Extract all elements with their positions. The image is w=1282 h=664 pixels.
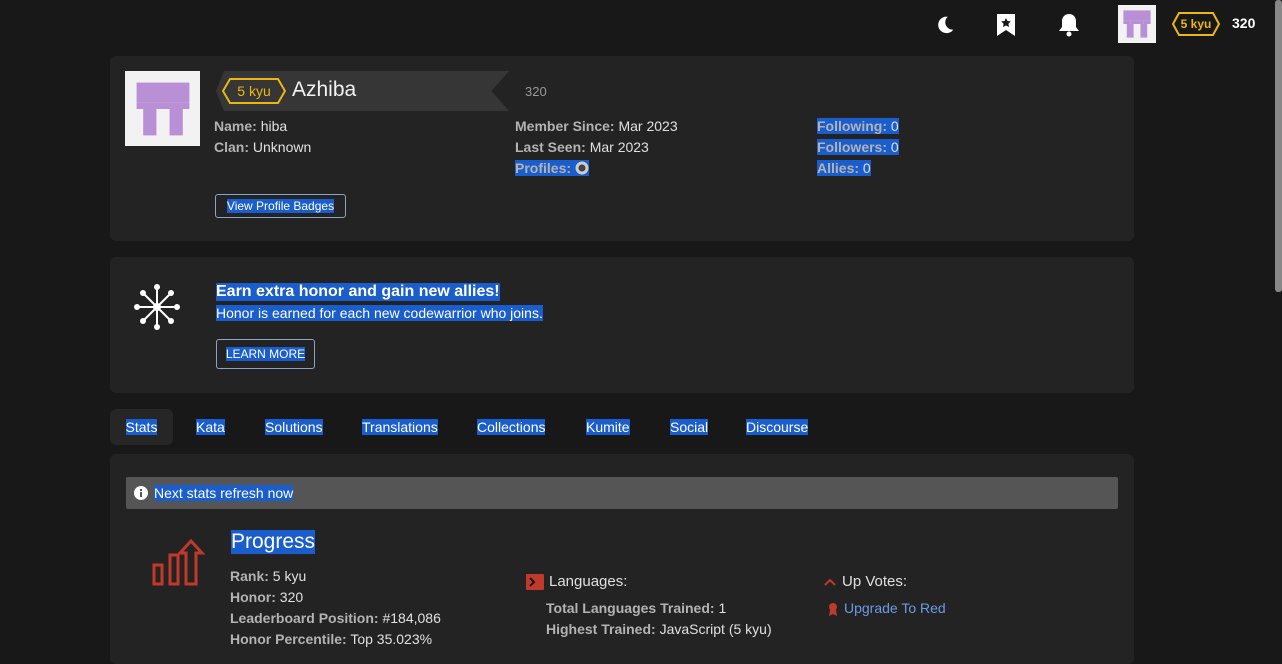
tab-translations[interactable]: Translations <box>362 409 438 445</box>
stats-notice: Next stats refresh now <box>126 477 1118 509</box>
user-avatar[interactable] <box>1118 5 1156 43</box>
last-seen-value: Mar 2023 <box>589 139 649 155</box>
learn-more-button[interactable]: LEARN MORE <box>216 339 315 369</box>
upvotes-heading: Up Votes: <box>842 573 908 590</box>
leaderboard-label: Leaderboard Position: <box>230 610 379 626</box>
allies-label[interactable]: Allies: <box>817 160 860 176</box>
member-since-label: Member Since: <box>515 118 615 134</box>
network-icon <box>132 282 182 337</box>
tab-social[interactable]: Social <box>670 409 709 445</box>
rank-badge: 5 kyu <box>222 78 286 104</box>
tab-discourse[interactable]: Discourse <box>746 409 809 445</box>
profile-info-left: Name: hiba Clan: Unknown <box>214 116 311 158</box>
languages-heading: Languages: <box>549 573 628 590</box>
rank-text: 5 kyu <box>237 83 271 99</box>
honor-value: 320 <box>279 589 304 605</box>
tab-kumite[interactable]: Kumite <box>586 409 630 445</box>
clan-value: Unknown <box>252 139 312 155</box>
followers-value: 0 <box>890 139 899 155</box>
info-icon <box>134 486 148 500</box>
name-value: hiba <box>260 118 288 134</box>
languages-section: Languages: Total Languages Trained: 1 Hi… <box>526 571 772 640</box>
username: Azhiba <box>292 78 357 101</box>
profile-panel: 5 kyu Azhiba 320 Name: hiba Clan: Unknow… <box>110 56 1134 241</box>
moon-icon[interactable] <box>932 12 958 38</box>
profile-info-middle: Member Since: Mar 2023 Last Seen: Mar 20… <box>515 116 678 179</box>
honor-label: Honor: <box>230 589 276 605</box>
following-label[interactable]: Following: <box>817 118 887 134</box>
referral-promo: Earn extra honor and gain new allies! Ho… <box>110 257 1134 393</box>
total-languages-value: 1 <box>718 600 727 616</box>
top-bar: 5 kyu 320 <box>0 0 1282 48</box>
highest-trained-label: Highest Trained: <box>546 621 656 637</box>
highest-trained-value: JavaScript (5 kyu) <box>659 621 772 637</box>
tab-solutions[interactable]: Solutions <box>265 409 323 445</box>
bell-icon[interactable] <box>1056 12 1082 38</box>
profile-avatar <box>125 71 200 146</box>
name-label: Name: <box>214 118 257 134</box>
rank-value: 5 kyu <box>272 568 307 584</box>
last-seen-label: Last Seen: <box>515 139 586 155</box>
rank-badge: 5 kyu <box>1172 12 1220 36</box>
promo-title: Earn extra honor and gain new allies! <box>216 283 500 301</box>
notice-text: Next stats refresh now <box>154 485 294 501</box>
leaderboard-value: #184,086 <box>382 610 441 626</box>
tab-collections[interactable]: Collections <box>477 409 546 445</box>
total-languages-label: Total Languages Trained: <box>546 600 715 616</box>
name-banner: 5 kyu Azhiba <box>216 71 509 111</box>
ribbon-icon <box>828 602 838 616</box>
github-icon[interactable] <box>574 160 589 176</box>
member-since-value: Mar 2023 <box>618 118 678 134</box>
progress-icon <box>152 538 206 592</box>
promo-subtitle: Honor is earned for each new codewarrior… <box>216 305 543 321</box>
stats-panel: Next stats refresh now Progress Rank: 5 … <box>110 454 1134 664</box>
rank-label: Rank: <box>230 568 269 584</box>
tab-kata[interactable]: Kata <box>196 409 225 445</box>
scrollbar[interactable] <box>1275 0 1282 292</box>
allies-value: 0 <box>862 160 871 176</box>
progress-title: Progress <box>231 530 316 554</box>
progress-stats: Rank: 5 kyu Honor: 320 Leaderboard Posit… <box>230 566 441 650</box>
view-badges-button[interactable]: View Profile Badges <box>215 194 346 218</box>
clan-label: Clan: <box>214 139 249 155</box>
profiles-label: Profiles: <box>515 160 572 176</box>
upgrade-link[interactable]: Upgrade To Red <box>844 598 946 619</box>
chevron-up-icon <box>824 577 836 587</box>
rank-text: 5 kyu <box>1180 17 1212 31</box>
followers-label[interactable]: Followers: <box>817 139 888 155</box>
upvotes-section: Up Votes: Upgrade To Red <box>824 571 946 619</box>
profile-info-right: Following: 0 Followers: 0 Allies: 0 <box>817 116 899 179</box>
terminal-icon <box>526 573 544 590</box>
bookmark-icon[interactable] <box>993 12 1019 38</box>
honor-value: 320 <box>525 84 547 99</box>
following-value: 0 <box>890 118 899 134</box>
honor-count: 320 <box>1232 15 1256 31</box>
tab-stats[interactable]: Stats <box>110 409 173 445</box>
